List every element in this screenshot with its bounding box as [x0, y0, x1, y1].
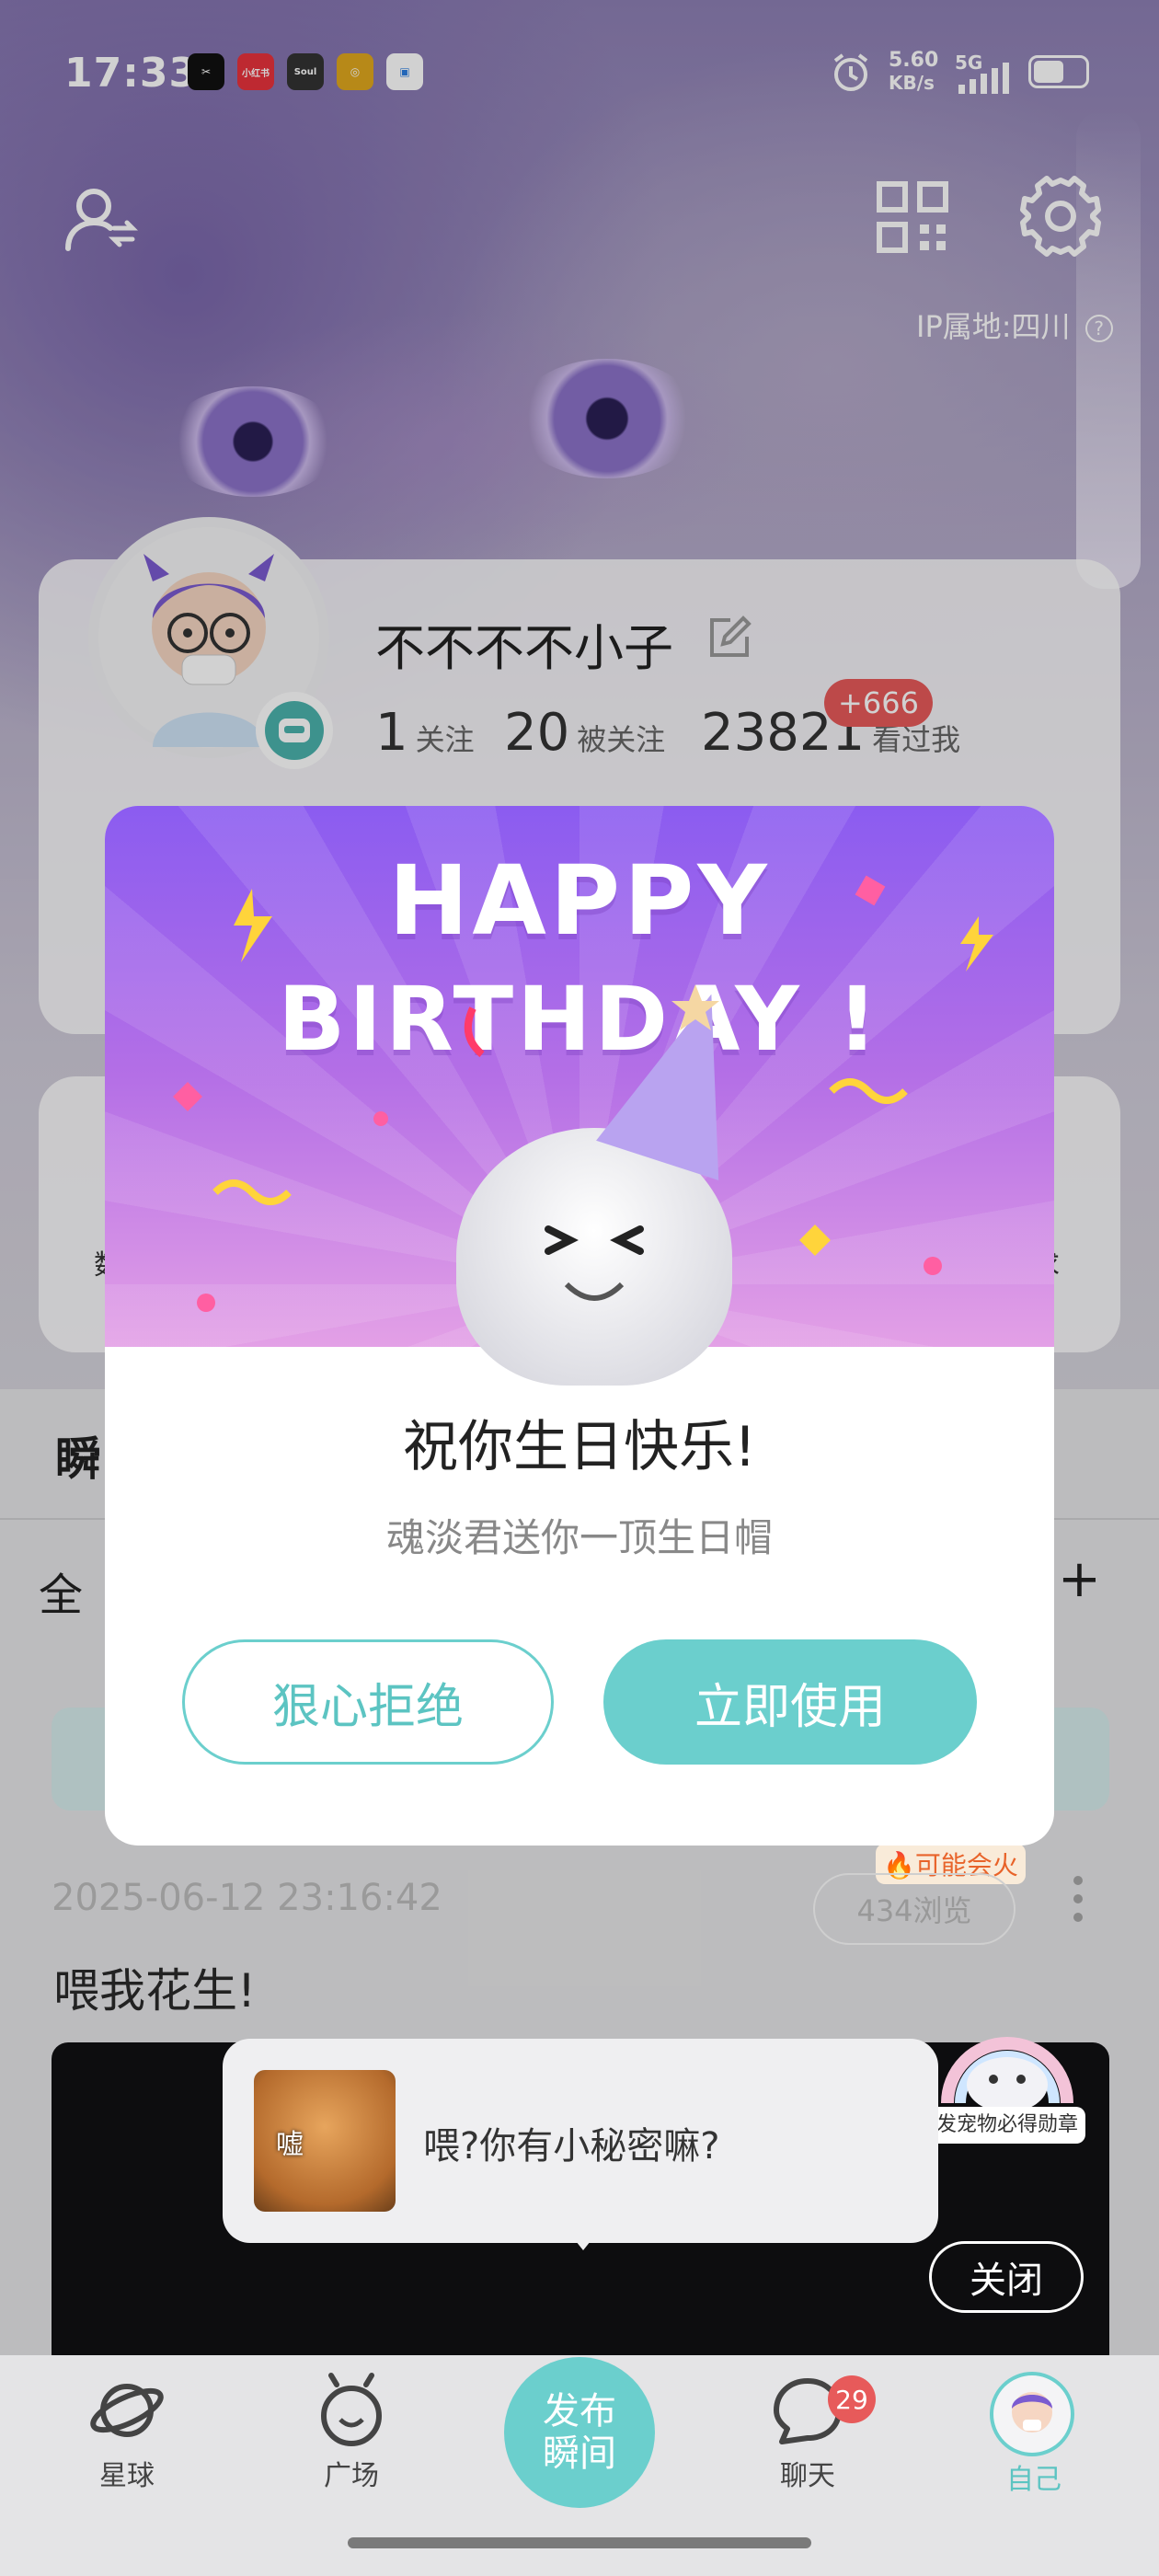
planet-icon	[90, 2384, 164, 2437]
reject-button[interactable]: 狠心拒绝	[182, 1639, 554, 1765]
publish-label-line1: 发布	[543, 2390, 616, 2432]
birthday-dialog: HAPPY BIRTHDAY ! 祝你生日快乐! 魂淡君送你一顶生日帽 狠心拒绝	[105, 806, 1054, 1846]
tooltip-bubble: 嘘 喂?你有小秘密嘛?	[223, 2039, 938, 2250]
tab-me-label: 自己	[1006, 2464, 1061, 2496]
tooltip-text: 喂?你有小秘密嘛?	[423, 2125, 720, 2168]
tab-planet-label: 星球	[99, 2460, 155, 2492]
use-now-button[interactable]: 立即使用	[603, 1639, 977, 1765]
tab-square[interactable]: 广场	[287, 2372, 416, 2510]
tab-planet[interactable]: 星球	[63, 2372, 191, 2510]
publish-moment-button[interactable]: 发布 瞬间	[504, 2357, 655, 2508]
tab-chat-label: 聊天	[780, 2460, 835, 2492]
star-icon	[671, 984, 719, 1030]
pet-medal-text: 发宠物必得勋章	[929, 2107, 1085, 2144]
mini-avatar-icon	[1012, 2392, 1052, 2432]
home-indicator[interactable]	[348, 2537, 811, 2548]
post-text: 喂我花生!	[53, 1964, 257, 2018]
tooltip-arrow	[568, 2232, 598, 2250]
tab-me[interactable]: 自己	[970, 2372, 1098, 2510]
tooltip-cat-image: 嘘	[254, 2070, 396, 2212]
birthday-banner: HAPPY BIRTHDAY !	[105, 806, 1054, 1386]
tab-square-label: 广场	[324, 2460, 379, 2492]
chat-unread-badge: 29	[828, 2375, 876, 2423]
tooltip-close-button[interactable]: 关闭	[929, 2241, 1084, 2313]
post-views: 434浏览	[813, 1873, 1016, 1945]
tooltip-image-caption: 嘘	[276, 2129, 304, 2161]
post-date: 2025-06-12 23:16:42	[52, 1877, 442, 1919]
publish-label-line2: 瞬间	[543, 2432, 616, 2475]
dialog-title: 祝你生日快乐!	[402, 1415, 757, 1479]
dialog-subtitle: 魂淡君送你一顶生日帽	[385, 1515, 773, 1560]
tab-me-avatar	[990, 2372, 1074, 2456]
pet-medal-promo[interactable]: 发宠物必得勋章	[929, 2011, 1085, 2149]
square-plaza-icon	[321, 2373, 382, 2446]
more-options-icon[interactable]	[1067, 1873, 1089, 1925]
pet-medal-icon	[941, 2037, 1073, 2112]
